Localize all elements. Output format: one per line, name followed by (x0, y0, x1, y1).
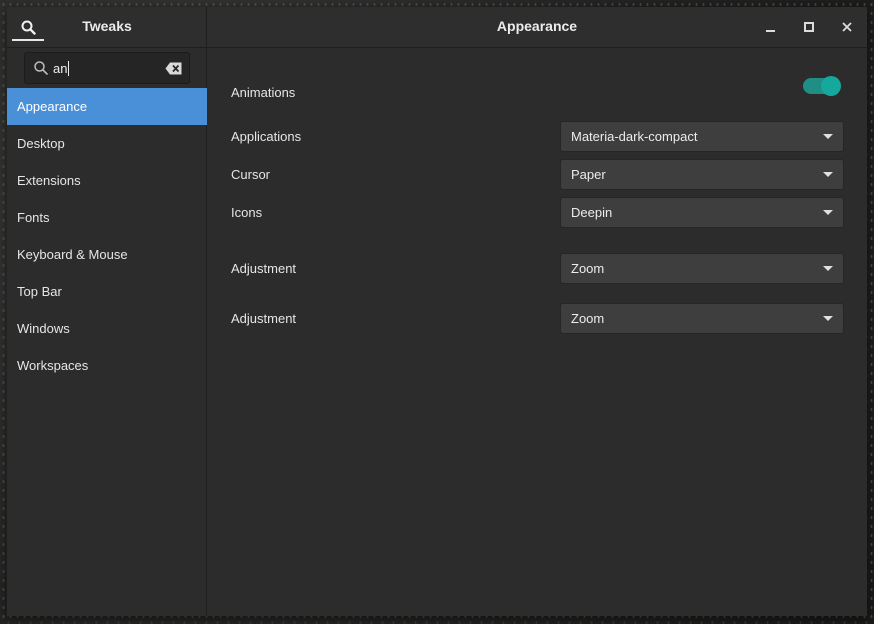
minimize-icon (766, 30, 775, 32)
search-icon (34, 61, 48, 75)
search-entry[interactable] (24, 52, 190, 84)
minimize-button[interactable] (761, 17, 781, 37)
search-toggle-button[interactable] (12, 15, 44, 41)
dropdown-arrow-icon (823, 210, 833, 215)
animations-switch[interactable] (803, 76, 841, 96)
search-icon (21, 20, 36, 35)
sidebar-item-windows[interactable]: Windows (7, 310, 207, 347)
adjustment-label-2: Adjustment (231, 311, 297, 326)
maximize-icon (804, 22, 814, 32)
applications-theme-dropdown[interactable]: Materia-dark-compact (560, 121, 844, 152)
dropdown-value: Deepin (571, 205, 613, 220)
sidebar-item-workspaces[interactable]: Workspaces (7, 347, 207, 384)
dropdown-arrow-icon (823, 134, 833, 139)
tweaks-window: Tweaks Appearance an Appearance Desktop … (7, 7, 867, 616)
cursor-theme-dropdown[interactable]: Paper (560, 159, 844, 190)
dropdown-arrow-icon (823, 316, 833, 321)
sidebar-item-top-bar[interactable]: Top Bar (7, 273, 207, 310)
sidebar-item-desktop[interactable]: Desktop (7, 125, 207, 162)
adjustment-label-1: Adjustment (231, 261, 297, 276)
sidebar: Appearance Desktop Extensions Fonts Keyb… (7, 48, 207, 616)
appearance-panel: Animations Applications Materia-dark-com… (207, 48, 867, 616)
cursor-label: Cursor (231, 167, 271, 182)
maximize-button[interactable] (799, 17, 819, 37)
adjustment-dropdown-2[interactable]: Zoom (560, 303, 844, 334)
close-icon (842, 22, 852, 32)
switch-knob (821, 76, 841, 96)
clear-search-icon[interactable] (165, 62, 182, 75)
header-bar: Tweaks Appearance (7, 7, 867, 48)
applications-label: Applications (231, 129, 302, 144)
close-button[interactable] (837, 17, 857, 37)
sidebar-item-fonts[interactable]: Fonts (7, 199, 207, 236)
dropdown-arrow-icon (823, 266, 833, 271)
dropdown-arrow-icon (823, 172, 833, 177)
sidebar-item-keyboard-mouse[interactable]: Keyboard & Mouse (7, 236, 207, 273)
icons-theme-dropdown[interactable]: Deepin (560, 197, 844, 228)
animations-label: Animations (231, 85, 296, 100)
icons-label: Icons (231, 205, 263, 220)
adjustment-dropdown-1[interactable]: Zoom (560, 253, 844, 284)
sidebar-item-appearance[interactable]: Appearance (7, 88, 207, 125)
dropdown-value: Zoom (571, 261, 605, 276)
dropdown-value: Materia-dark-compact (571, 129, 698, 144)
app-title: Tweaks (82, 18, 132, 34)
sidebar-nav: Appearance Desktop Extensions Fonts Keyb… (7, 88, 207, 384)
sidebar-item-extensions[interactable]: Extensions (7, 162, 207, 199)
text-cursor (68, 61, 69, 76)
dropdown-value: Paper (571, 167, 606, 182)
sidebar-header: Tweaks (7, 7, 207, 47)
dropdown-value: Zoom (571, 311, 605, 326)
